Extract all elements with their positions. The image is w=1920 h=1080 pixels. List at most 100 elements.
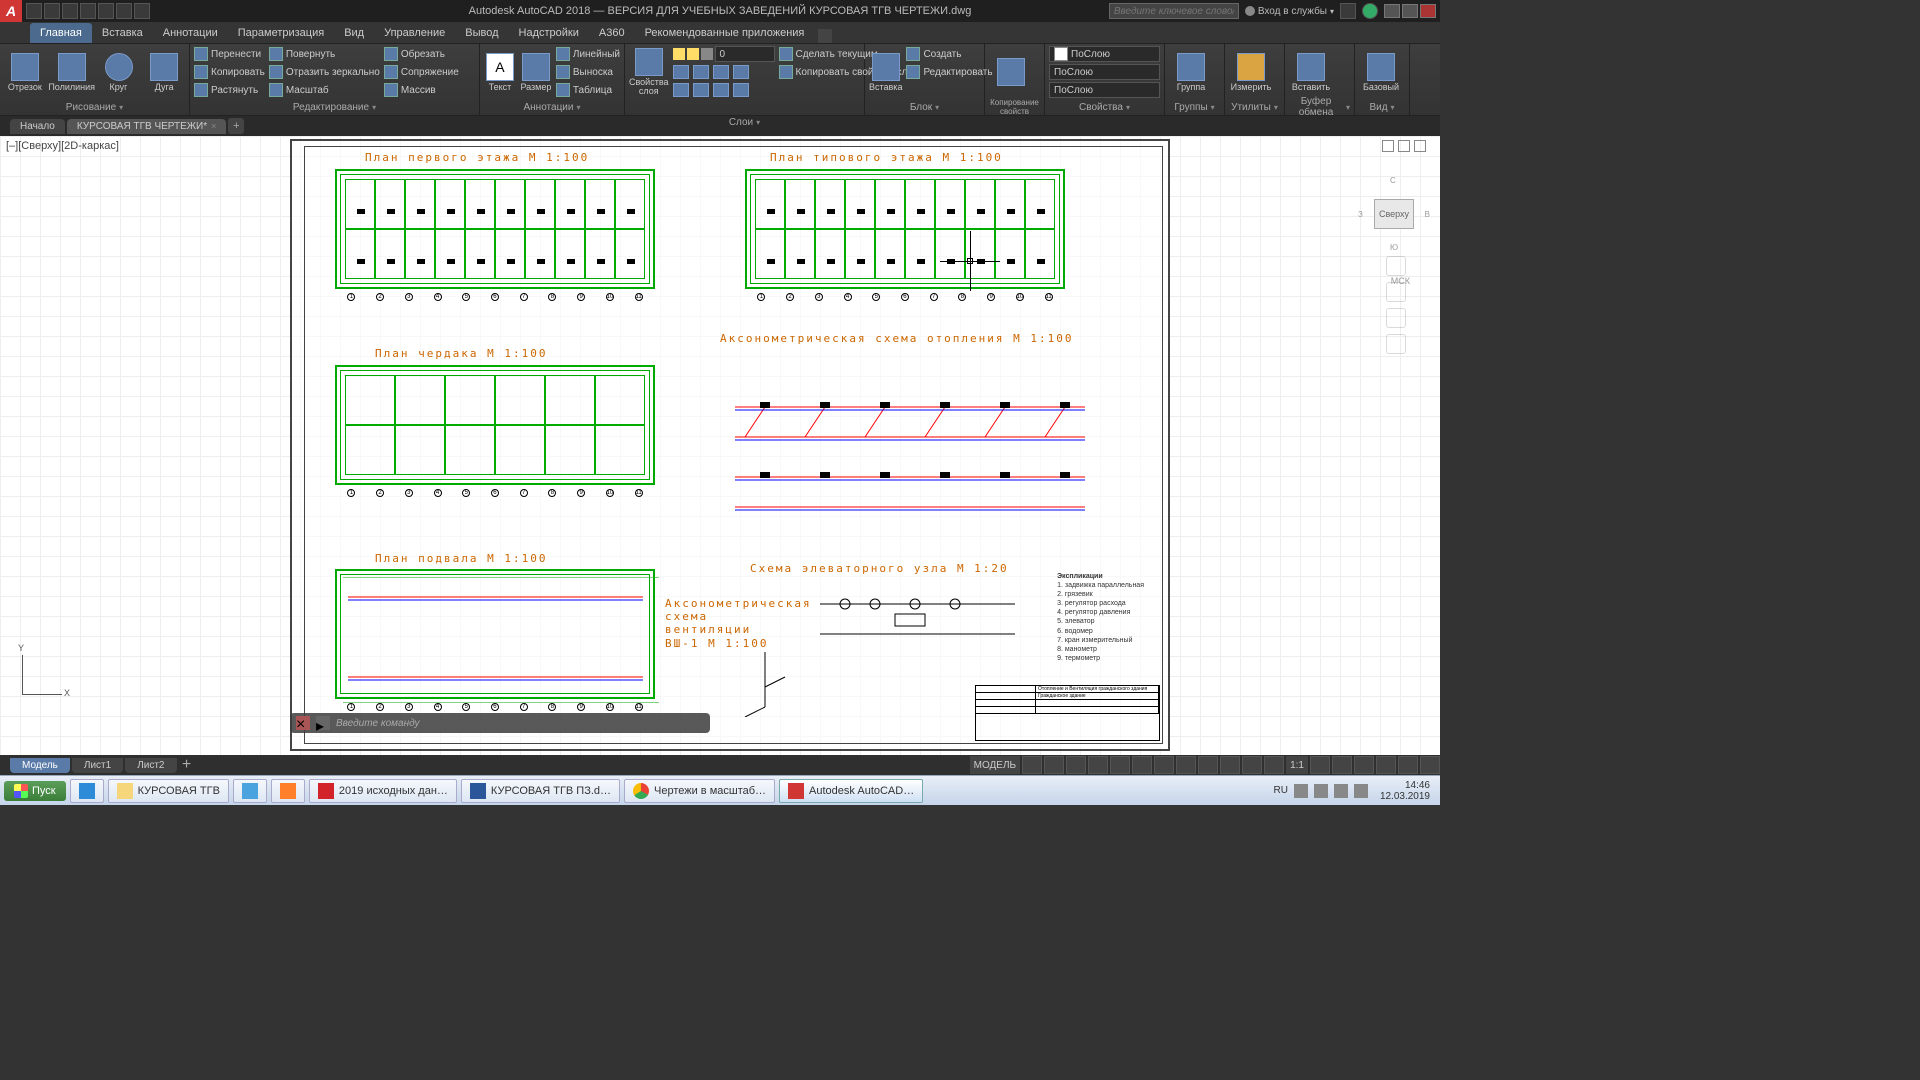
sb-annomonitor-icon[interactable] xyxy=(1264,756,1284,774)
array-button[interactable]: Массив xyxy=(384,82,459,98)
sb-hardware-icon[interactable] xyxy=(1376,756,1396,774)
tray-arrow-icon[interactable] xyxy=(1294,784,1308,798)
move-button[interactable]: Перенести xyxy=(194,46,265,62)
taskbar-item-pdf[interactable]: 2019 исходных дан… xyxy=(309,779,457,803)
layer-tool-icon[interactable] xyxy=(673,83,689,97)
matchprop-button[interactable] xyxy=(989,46,1033,98)
tray-network-icon[interactable] xyxy=(1334,784,1348,798)
qat-plot-icon[interactable] xyxy=(98,3,114,19)
line-button[interactable]: Отрезок xyxy=(4,46,46,98)
measure-button[interactable]: Измерить xyxy=(1229,46,1273,98)
layer-tool-icon[interactable] xyxy=(673,65,689,79)
close-icon[interactable]: × xyxy=(211,121,216,131)
layer-tool-icon[interactable] xyxy=(713,65,729,79)
close-button[interactable] xyxy=(1420,4,1436,18)
stretch-button[interactable]: Растянуть xyxy=(194,82,265,98)
clock[interactable]: 14:46 12.03.2019 xyxy=(1374,780,1436,802)
tray-shield-icon[interactable] xyxy=(1354,784,1368,798)
layout-tab-2[interactable]: Лист2 xyxy=(125,758,176,773)
insert-block-button[interactable]: Вставка xyxy=(869,46,902,98)
taskbar-item-chrome[interactable]: Чертежи в масштаб… xyxy=(624,779,775,803)
paste-button[interactable]: Вставить xyxy=(1289,46,1333,98)
layer-tool-icon[interactable] xyxy=(693,65,709,79)
tab-view[interactable]: Вид xyxy=(334,23,374,43)
signin-button[interactable]: Вход в службы▾ xyxy=(1245,6,1334,17)
sb-visual-icon[interactable] xyxy=(1332,756,1352,774)
sb-otrack-icon[interactable] xyxy=(1154,756,1174,774)
tab-a360[interactable]: A360 xyxy=(589,23,635,43)
taskbar-item-autocad[interactable]: Autodesk AutoCAD… xyxy=(779,779,923,803)
vp-max-icon[interactable] xyxy=(1398,140,1410,152)
start-button[interactable]: Пуск xyxy=(4,781,66,801)
tab-insert[interactable]: Вставка xyxy=(92,23,153,43)
vp-min-icon[interactable] xyxy=(1382,140,1394,152)
group-button[interactable]: Группа xyxy=(1169,46,1213,98)
sb-ortho-icon[interactable] xyxy=(1066,756,1086,774)
nav-orbit-icon[interactable] xyxy=(1386,334,1406,354)
qat-undo-icon[interactable] xyxy=(116,3,132,19)
sb-polar-icon[interactable] xyxy=(1088,756,1108,774)
vp-close-icon[interactable] xyxy=(1414,140,1426,152)
new-tab-button[interactable]: + xyxy=(228,118,244,134)
lock-icon[interactable] xyxy=(701,48,713,60)
add-layout-button[interactable]: + xyxy=(179,757,195,773)
qat-open-icon[interactable] xyxy=(44,3,60,19)
lineweight-combo[interactable]: ПоСлою xyxy=(1049,64,1160,80)
tray-volume-icon[interactable] xyxy=(1314,784,1328,798)
tab-parametric[interactable]: Параметризация xyxy=(228,23,334,43)
text-button[interactable]: AТекст xyxy=(484,46,516,98)
create-block-button[interactable]: Создать xyxy=(906,46,992,62)
drawing-area[interactable]: [–][Сверху][2D-каркас] План первого этаж… xyxy=(0,136,1440,755)
space-toggle[interactable]: МОДЕЛЬ xyxy=(970,756,1020,774)
tab-appearance-icon[interactable] xyxy=(818,29,832,43)
color-combo[interactable]: ПоСлою xyxy=(1049,46,1160,62)
layer-tool-icon[interactable] xyxy=(733,65,749,79)
minimize-button[interactable] xyxy=(1384,4,1400,18)
taskbar-item-word[interactable]: КУРСОВАЯ ТГВ ПЗ.d… xyxy=(461,779,620,803)
file-tab-drawing[interactable]: КУРСОВАЯ ТГВ ЧЕРТЕЖИ*× xyxy=(67,119,227,134)
layer-props-button[interactable]: Свойства слоя xyxy=(629,46,669,98)
polyline-button[interactable]: Полилиния xyxy=(50,46,94,98)
sb-dyn-icon[interactable] xyxy=(1176,756,1196,774)
sb-transparency-icon[interactable] xyxy=(1220,756,1240,774)
anno-scale[interactable]: 1:1 xyxy=(1286,756,1308,774)
exchange-icon[interactable] xyxy=(1340,3,1356,19)
layer-tool-icon[interactable] xyxy=(733,83,749,97)
mirror-button[interactable]: Отразить зеркально xyxy=(269,64,380,80)
linetype-combo[interactable]: ПоСлою xyxy=(1049,82,1160,98)
dimension-button[interactable]: Размер xyxy=(520,46,552,98)
layout-tab-1[interactable]: Лист1 xyxy=(72,758,123,773)
tab-annotate[interactable]: Аннотации xyxy=(153,23,228,43)
sb-gear-icon[interactable] xyxy=(1310,756,1330,774)
sb-cycling-icon[interactable] xyxy=(1242,756,1262,774)
base-view-button[interactable]: Базовый xyxy=(1359,46,1403,98)
tab-featured[interactable]: Рекомендованные приложения xyxy=(635,23,815,43)
qat-redo-icon[interactable] xyxy=(134,3,150,19)
help-search-input[interactable] xyxy=(1109,3,1239,19)
taskbar-item-ie[interactable] xyxy=(70,779,104,803)
layer-tool-icon[interactable] xyxy=(713,83,729,97)
arc-button[interactable]: Дуга xyxy=(143,46,185,98)
nav-pan-icon[interactable] xyxy=(1386,282,1406,302)
help-icon[interactable] xyxy=(1362,3,1378,19)
app-menu-button[interactable]: A xyxy=(0,0,22,22)
lang-indicator[interactable]: RU xyxy=(1273,785,1287,796)
linear-dim-button[interactable]: Линейный xyxy=(556,46,620,62)
rotate-button[interactable]: Повернуть xyxy=(269,46,380,62)
tab-addins[interactable]: Надстройки xyxy=(509,23,589,43)
nav-wheel-icon[interactable] xyxy=(1386,256,1406,276)
command-line[interactable]: × ▸ Введите команду xyxy=(290,713,710,733)
fillet-button[interactable]: Сопряжение xyxy=(384,64,459,80)
file-tab-start[interactable]: Начало xyxy=(10,119,65,134)
sb-snap-icon[interactable] xyxy=(1044,756,1064,774)
viewport-label[interactable]: [–][Сверху][2D-каркас] xyxy=(6,140,119,152)
nav-zoom-icon[interactable] xyxy=(1386,308,1406,328)
tab-output[interactable]: Вывод xyxy=(455,23,508,43)
taskbar-item-folder[interactable]: КУРСОВАЯ ТГВ xyxy=(108,779,229,803)
cmd-chevron-icon[interactable]: ▸ xyxy=(316,716,330,730)
layer-combo[interactable]: 0 xyxy=(715,46,775,62)
viewcube-face[interactable]: Сверху xyxy=(1374,199,1414,229)
sb-clean-icon[interactable] xyxy=(1398,756,1418,774)
bulb-icon[interactable] xyxy=(673,48,685,60)
scale-button[interactable]: Масштаб xyxy=(269,82,380,98)
